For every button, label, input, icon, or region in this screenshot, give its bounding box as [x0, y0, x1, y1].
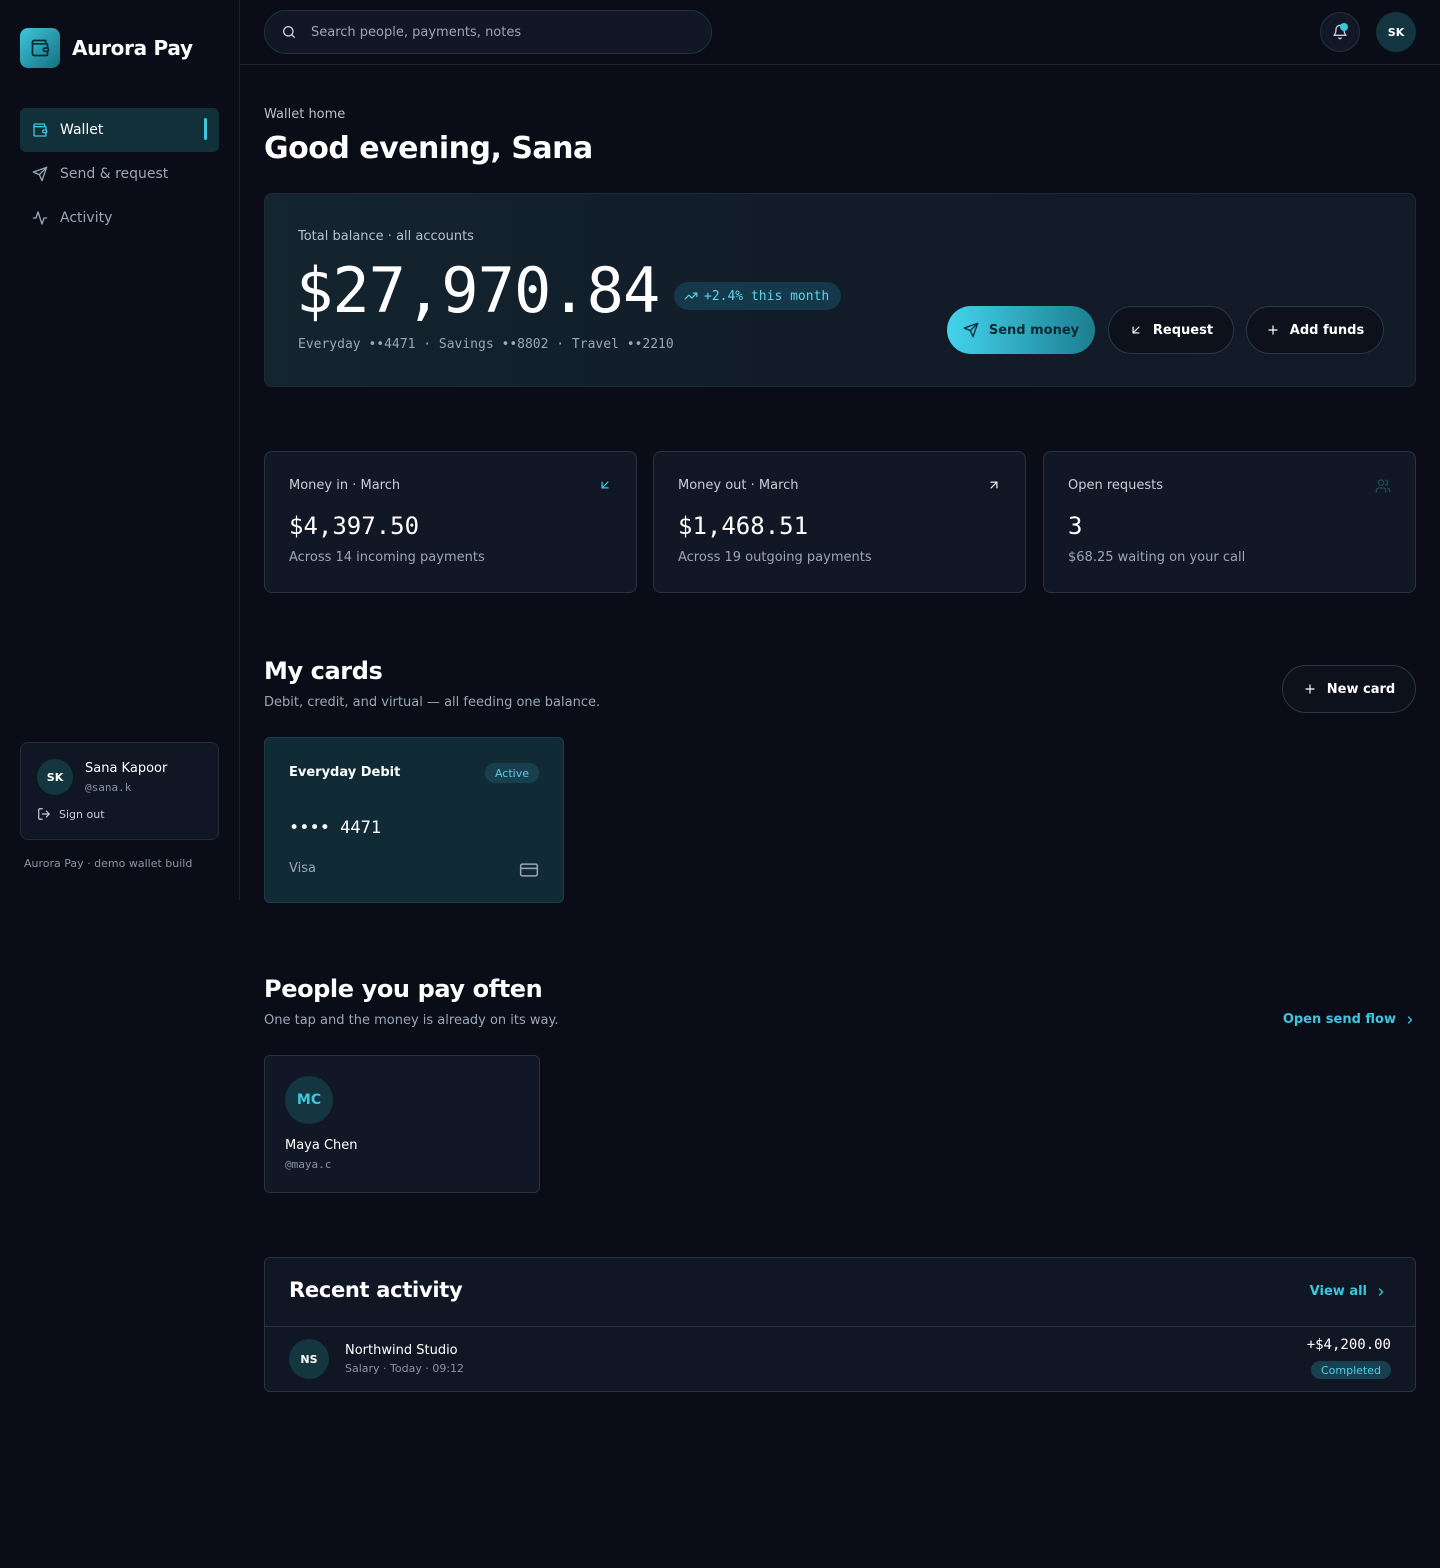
- card-everyday-debit[interactable]: Everyday Debit Active •••• 4471 Visa: [264, 737, 564, 903]
- person-card-maya-chen[interactable]: MC Maya Chen @maya.c: [264, 1055, 540, 1193]
- avatar[interactable]: SK: [37, 759, 73, 795]
- stat-money-in[interactable]: Money in · March $4,397.50 Across 14 inc…: [264, 451, 637, 593]
- sidebar-nav: Wallet Send & request Activity: [20, 108, 219, 240]
- request-label: Request: [1152, 322, 1214, 338]
- stat-money-out[interactable]: Money out · March $1,468.51 Across 19 ou…: [653, 451, 1026, 593]
- stat-sub: Across 14 incoming payments: [289, 550, 485, 565]
- users-icon: [1375, 479, 1391, 493]
- sidebar-item-label: Activity: [60, 210, 113, 226]
- people-section-subtitle: One tap and the money is already on its …: [264, 1013, 559, 1028]
- topbar: SK: [240, 0, 1440, 65]
- plus-icon: [1268, 325, 1278, 335]
- notifications-button[interactable]: [1320, 12, 1360, 52]
- stat-value: 3: [1068, 512, 1083, 540]
- open-send-flow-link[interactable]: Open send flow: [1283, 1012, 1416, 1027]
- stat-sub: $68.25 waiting on your call: [1068, 550, 1246, 565]
- user-card: SK Sana Kapoor @sana.k Sign out: [20, 742, 219, 840]
- search-input[interactable]: [311, 24, 691, 40]
- transaction-meta: Salary · Today · 09:12: [345, 1362, 465, 1375]
- send-icon: [963, 322, 979, 338]
- search-bar[interactable]: [264, 10, 712, 54]
- avatar: NS: [289, 1339, 329, 1379]
- stat-value: $1,468.51: [678, 512, 809, 540]
- user-handle: @sana.k: [85, 781, 132, 794]
- card-name: Everyday Debit: [289, 765, 401, 780]
- view-all-link[interactable]: View all: [1310, 1284, 1387, 1299]
- sign-out-button[interactable]: Sign out: [37, 807, 105, 821]
- build-note: Aurora Pay · demo wallet build: [24, 857, 193, 870]
- cards-section-subtitle: Debit, credit, and virtual — all feeding…: [264, 695, 601, 710]
- search-icon: [283, 26, 295, 38]
- recent-activity-panel: Recent activity View all NS Northwind St…: [264, 1257, 1416, 1392]
- log-out-icon: [38, 808, 50, 820]
- transaction-amount: +$4,200.00: [1306, 1337, 1391, 1353]
- brand[interactable]: Aurora Pay: [20, 28, 193, 68]
- sidebar: Aurora Pay Wallet Send & request Activit…: [0, 0, 240, 900]
- sidebar-item-label: Wallet: [60, 122, 104, 138]
- send-money-button[interactable]: Send money: [947, 306, 1095, 354]
- avatar[interactable]: SK: [1376, 12, 1416, 52]
- status-badge: Active: [484, 763, 539, 783]
- avatar: MC: [285, 1076, 333, 1124]
- wallet-icon: [33, 123, 48, 137]
- arrow-down-left-icon: [1132, 326, 1140, 334]
- sign-out-label: Sign out: [59, 807, 105, 821]
- list-item[interactable]: NS Northwind Studio Salary · Today · 09:…: [265, 1327, 1415, 1392]
- transaction-name: Northwind Studio: [345, 1343, 458, 1358]
- request-button[interactable]: Request: [1108, 306, 1234, 354]
- balance-trend-badge: +2.4% this month: [674, 282, 842, 310]
- activity-icon: [32, 211, 48, 225]
- page-eyebrow: Wallet home: [264, 107, 346, 122]
- card-number: •••• 4471: [289, 818, 382, 838]
- sidebar-item-label: Send & request: [60, 166, 169, 182]
- credit-card-icon: [519, 863, 539, 877]
- trending-up-icon: [684, 292, 698, 300]
- view-all-label: View all: [1309, 1284, 1367, 1299]
- plus-icon: [1305, 684, 1315, 694]
- new-card-button[interactable]: New card: [1282, 665, 1416, 713]
- activity-header: Recent activity View all: [265, 1258, 1415, 1327]
- stat-sub: Across 19 outgoing payments: [678, 550, 872, 565]
- arrow-down-left-icon: [601, 481, 609, 489]
- stats-row: Money in · March $4,397.50 Across 14 inc…: [264, 451, 1416, 593]
- send-money-label: Send money: [988, 322, 1080, 338]
- balance-label: Total balance · all accounts: [298, 229, 474, 244]
- chevron-right-icon: [1378, 1287, 1384, 1296]
- person-handle: @maya.c: [285, 1158, 332, 1171]
- sidebar-item-wallet[interactable]: Wallet: [20, 108, 219, 152]
- new-card-label: New card: [1326, 681, 1396, 697]
- user-name: Sana Kapoor: [85, 761, 168, 776]
- balance-accounts: Everyday ••4471 · Savings ••8802 · Trave…: [298, 337, 674, 352]
- stat-open-requests[interactable]: Open requests 3 $68.25 waiting on your c…: [1043, 451, 1416, 593]
- add-funds-button[interactable]: Add funds: [1246, 306, 1384, 354]
- wallet-icon: [20, 28, 60, 68]
- status-badge: Completed: [1311, 1361, 1391, 1379]
- brand-name: Aurora Pay: [72, 36, 193, 60]
- page-title: Good evening, Sana: [264, 131, 593, 166]
- add-funds-label: Add funds: [1289, 322, 1365, 338]
- balance-amount: $27,970.84: [296, 254, 660, 327]
- stat-label: Money in · March: [289, 478, 401, 493]
- person-name: Maya Chen: [285, 1138, 358, 1153]
- balance-trend-text: +2.4% this month: [704, 288, 830, 304]
- sidebar-item-send-request[interactable]: Send & request: [20, 152, 219, 196]
- cards-section-title: My cards: [264, 657, 383, 685]
- activity-title: Recent activity: [289, 1278, 463, 1302]
- arrow-up-right-icon: [990, 481, 998, 489]
- people-section-title: People you pay often: [264, 975, 543, 1003]
- chevron-right-icon: [1407, 1015, 1413, 1024]
- open-send-flow-label: Open send flow: [1282, 1012, 1396, 1027]
- notification-dot: [1340, 23, 1348, 31]
- stat-label: Open requests: [1068, 478, 1164, 493]
- card-network: Visa: [289, 861, 316, 876]
- sidebar-item-activity[interactable]: Activity: [20, 196, 219, 240]
- stat-value: $4,397.50: [289, 512, 420, 540]
- stat-label: Money out · March: [678, 478, 799, 493]
- balance-card: Total balance · all accounts $27,970.84 …: [264, 193, 1416, 387]
- send-icon: [32, 166, 48, 182]
